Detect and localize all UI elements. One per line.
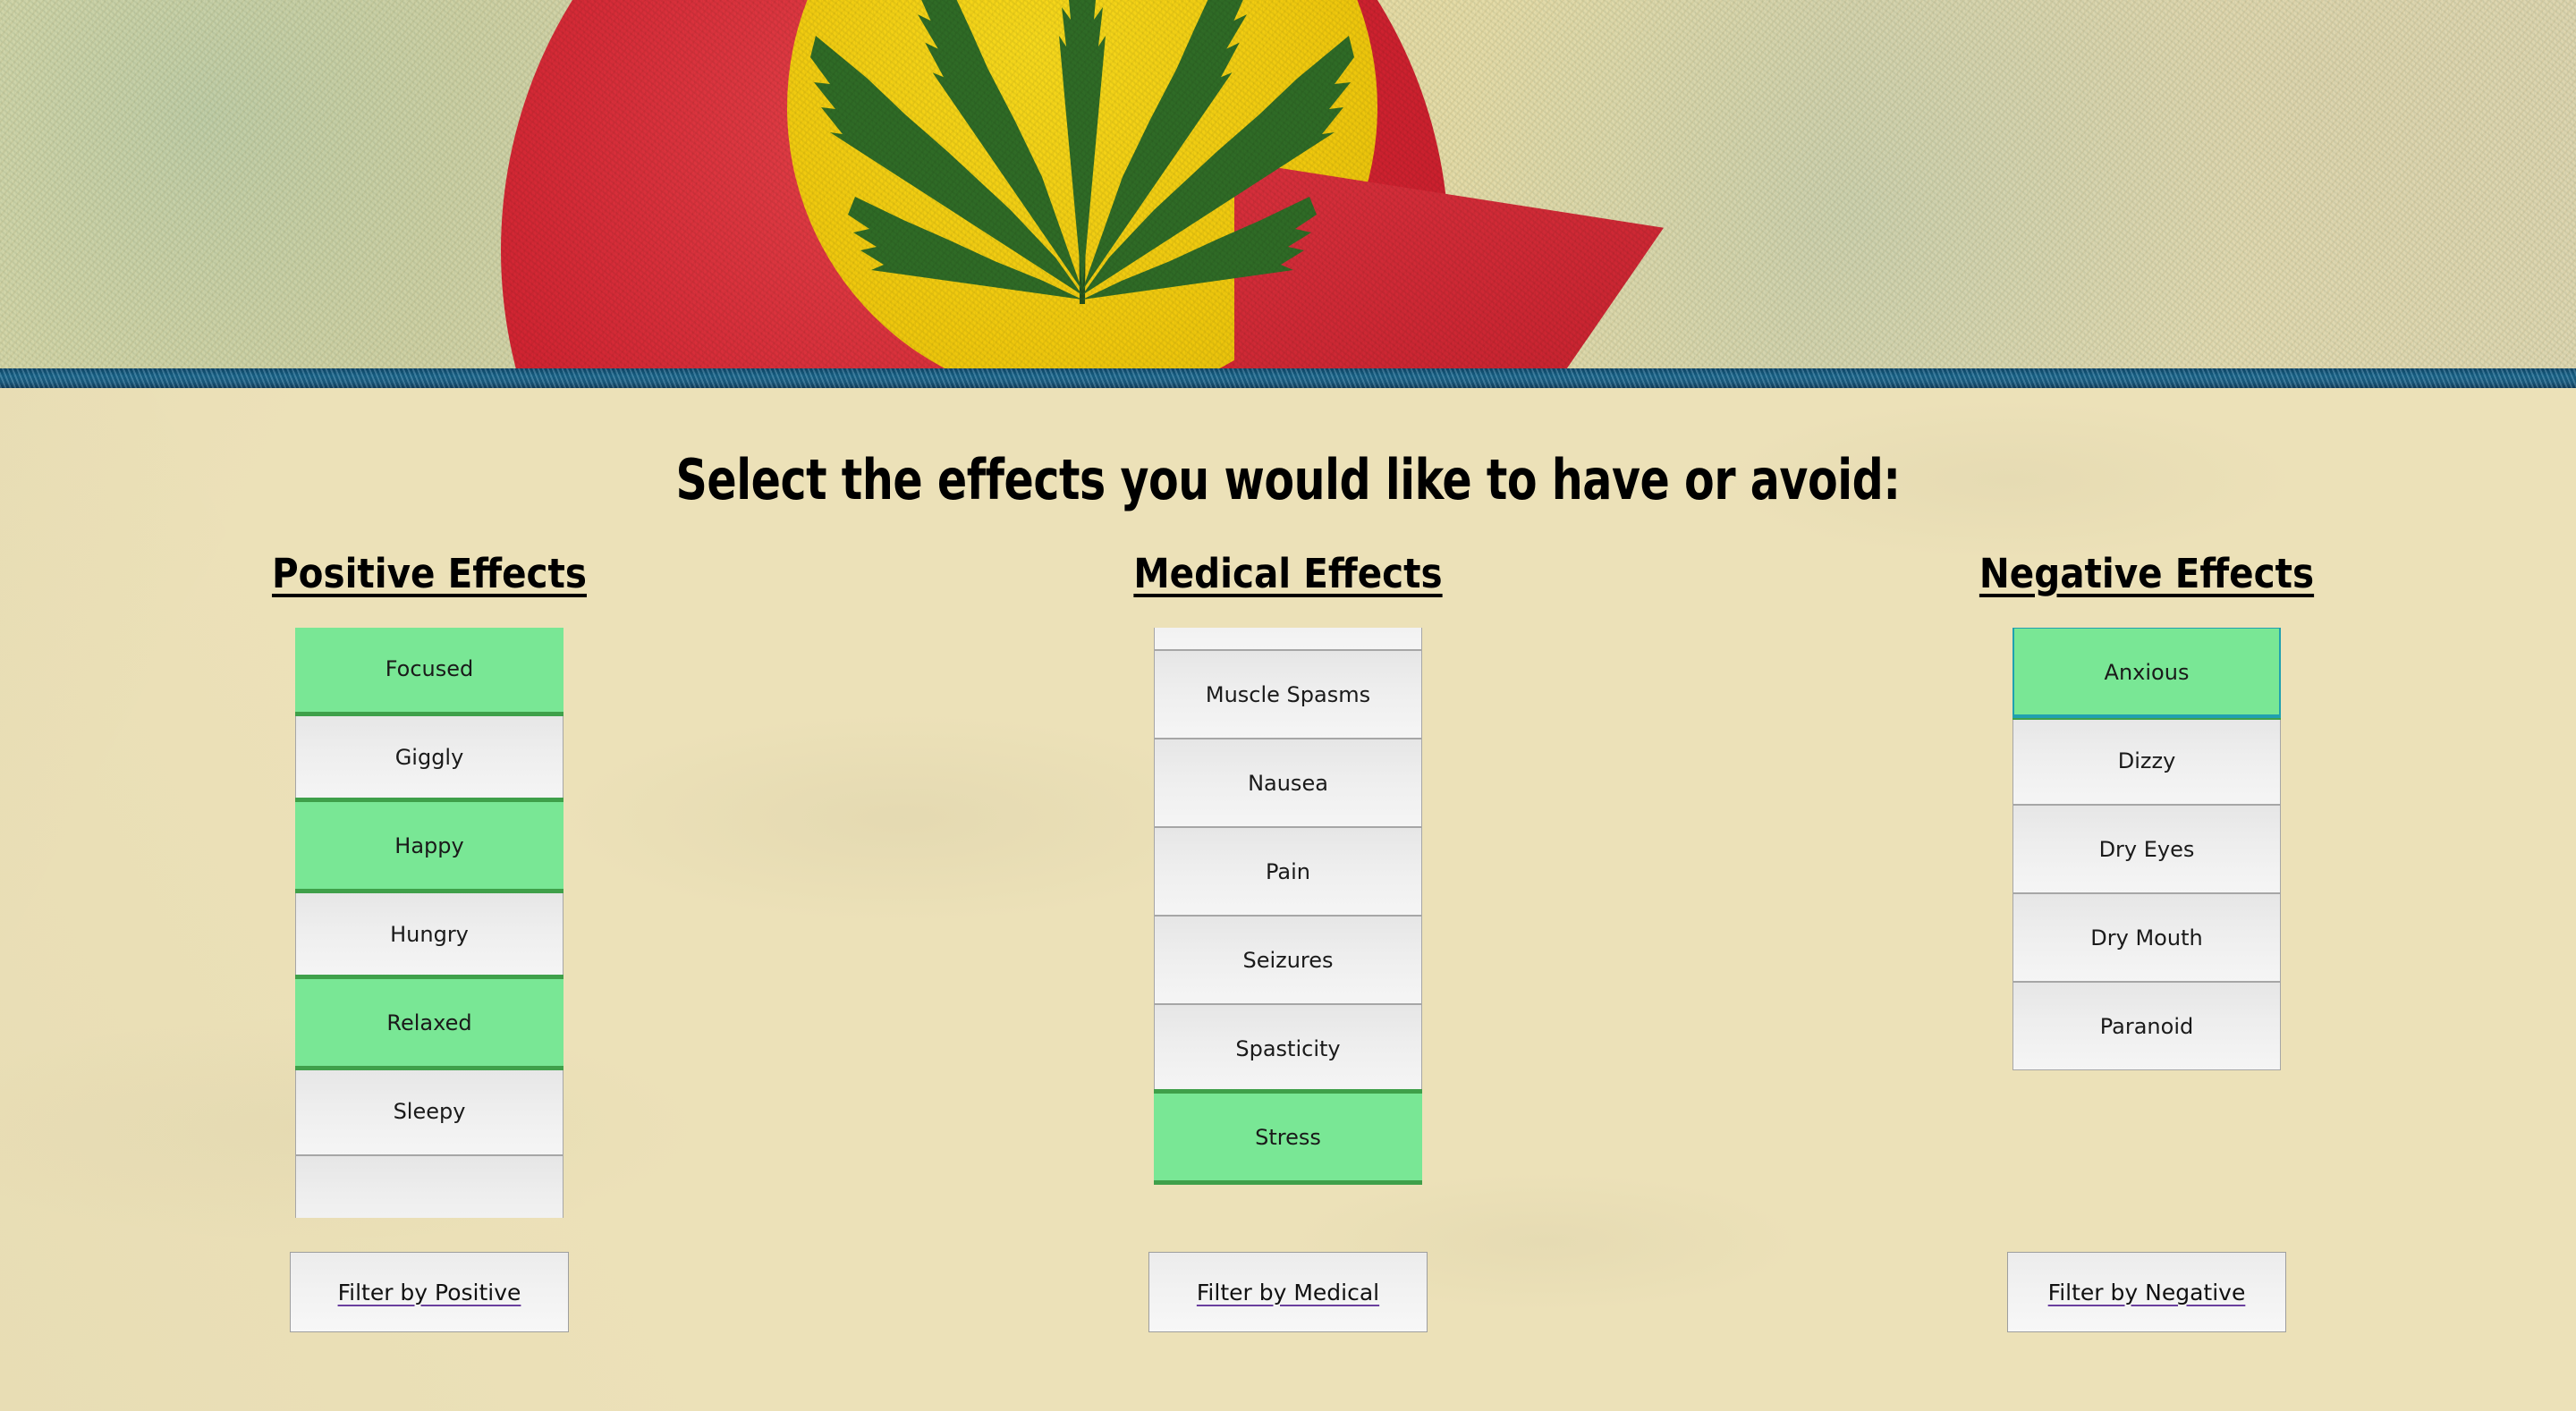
- listbox-scroll-content: Anxious Dizzy Dry Eyes Dry Mouth Paranoid: [2012, 628, 2281, 1070]
- effect-option[interactable]: Stress: [1154, 1089, 1422, 1185]
- effect-option[interactable]: Muscle Spasms: [1154, 649, 1422, 739]
- effect-option[interactable]: [295, 1154, 564, 1218]
- column-title-negative: Negative Effects: [1979, 550, 2315, 597]
- effect-option-label: Spasticity: [1235, 1035, 1341, 1061]
- effect-option-label: Pain: [1266, 858, 1310, 884]
- banner-blue-stripe-texture: [0, 368, 2576, 388]
- effect-option[interactable]: Dizzy: [2012, 715, 2281, 805]
- effect-option[interactable]: Happy: [295, 798, 564, 893]
- page-title: Select the effects you would like to hav…: [675, 447, 1901, 512]
- column-title-medical: Medical Effects: [1133, 550, 1443, 597]
- effect-option[interactable]: Lack of Appetite: [1154, 628, 1422, 650]
- filter-button-label: Filter by Positive: [337, 1279, 521, 1305]
- effect-option[interactable]: Sleepy: [295, 1066, 564, 1155]
- filter-button-label: Filter by Negative: [2047, 1279, 2246, 1305]
- banner-blue-stripe: [0, 368, 2576, 388]
- filter-button-wrap: Filter by Positive: [290, 1252, 569, 1332]
- effect-option-label: Dry Eyes: [2098, 836, 2195, 862]
- effect-option[interactable]: Spasticity: [1154, 1003, 1422, 1093]
- effect-option-label: Giggly: [394, 744, 464, 770]
- filter-button-label: Filter by Medical: [1196, 1279, 1380, 1305]
- filter-button-wrap: Filter by Negative: [2007, 1252, 2286, 1332]
- effects-column-negative: Negative Effects Anxious Dizzy Dry Eyes Dry …: [1717, 550, 2576, 1332]
- effect-option-label: Hungry: [390, 921, 469, 947]
- main-content: Select the effects you would like to hav…: [0, 447, 2576, 1332]
- effect-option[interactable]: Nausea: [1154, 738, 1422, 827]
- effects-listbox-positive[interactable]: Focused Giggly Happy Hungry Relaxed Sleepy: [295, 628, 564, 1218]
- filter-button-positive[interactable]: Filter by Positive: [290, 1252, 569, 1332]
- effect-option-label: Seizures: [1242, 947, 1334, 973]
- effect-option-label: Stress: [1255, 1124, 1321, 1150]
- column-title-positive: Positive Effects: [271, 550, 587, 597]
- effect-option[interactable]: Dry Mouth: [2012, 892, 2281, 982]
- effect-option-label: Muscle Spasms: [1205, 681, 1371, 707]
- effects-listbox-medical[interactable]: Lack of Appetite Muscle Spasms Nausea Pain S…: [1154, 628, 1422, 1218]
- effects-columns: Positive Effects Focused Giggly Happy Hungry…: [0, 550, 2576, 1332]
- effect-option[interactable]: Pain: [1154, 826, 1422, 916]
- effect-option-label: Dizzy: [2117, 748, 2176, 773]
- effect-option-label: Anxious: [2104, 659, 2190, 685]
- effect-option[interactable]: Relaxed: [295, 975, 564, 1070]
- listbox-scroll-content: Lack of Appetite Muscle Spasms Nausea Pain S…: [1154, 628, 1422, 1185]
- site-banner: [0, 0, 2576, 388]
- effect-option[interactable]: Paranoid: [2012, 981, 2281, 1070]
- effect-option[interactable]: Anxious: [2012, 628, 2281, 720]
- effect-option[interactable]: Focused: [295, 628, 564, 716]
- filter-button-medical[interactable]: Filter by Medical: [1148, 1252, 1428, 1332]
- effects-column-medical: Medical Effects Lack of Appetite Muscle Sp…: [859, 550, 1717, 1332]
- effect-option-label: Happy: [394, 832, 464, 858]
- effect-option[interactable]: Seizures: [1154, 915, 1422, 1004]
- filter-button-wrap: Filter by Medical: [1148, 1252, 1428, 1332]
- effects-listbox-negative[interactable]: Anxious Dizzy Dry Eyes Dry Mouth Paranoid: [2012, 628, 2281, 1218]
- effects-column-positive: Positive Effects Focused Giggly Happy Hungry…: [0, 550, 859, 1332]
- effect-option-label: Nausea: [1248, 770, 1328, 796]
- effect-option[interactable]: Hungry: [295, 889, 564, 978]
- effect-option-label: Sleepy: [393, 1098, 466, 1124]
- effect-option-label: Focused: [385, 655, 474, 681]
- cannabis-leaf-icon: [810, 0, 1354, 305]
- effect-option-label: Dry Mouth: [2090, 925, 2203, 951]
- filter-button-negative[interactable]: Filter by Negative: [2007, 1252, 2286, 1332]
- effect-option-label: Paranoid: [2099, 1013, 2194, 1039]
- effect-option-label: Relaxed: [386, 1010, 472, 1035]
- effect-option[interactable]: Giggly: [295, 712, 564, 801]
- listbox-scroll-content: Focused Giggly Happy Hungry Relaxed Sleepy: [295, 628, 564, 1218]
- effect-option[interactable]: Dry Eyes: [2012, 804, 2281, 893]
